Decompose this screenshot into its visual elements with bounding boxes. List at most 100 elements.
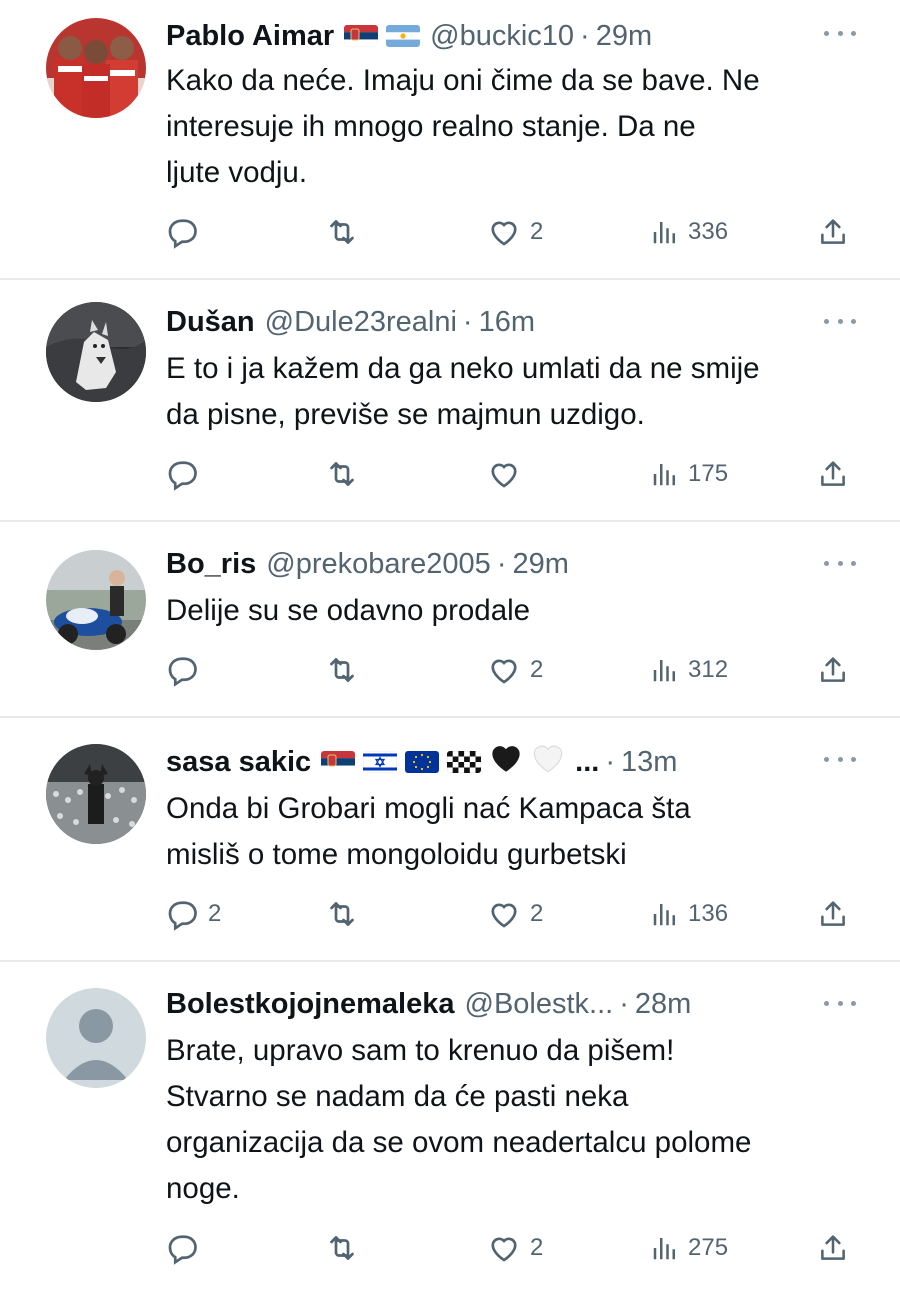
share-button[interactable] bbox=[816, 454, 850, 494]
like-count: 2 bbox=[530, 218, 544, 245]
avatar[interactable] bbox=[46, 550, 146, 650]
tweet[interactable]: Bo_ris @prekobare2005 · 29m Delije su se… bbox=[0, 522, 900, 718]
tweet-header: Dušan @Dule23realni · 16m bbox=[166, 300, 840, 344]
user-handle[interactable]: @prekobare2005 bbox=[266, 548, 491, 581]
retweet-button[interactable] bbox=[324, 894, 360, 934]
timestamp[interactable]: 29m bbox=[512, 548, 568, 581]
avatar[interactable] bbox=[46, 988, 146, 1088]
display-name[interactable]: Dušan bbox=[166, 306, 255, 339]
reply-icon bbox=[164, 1230, 200, 1266]
serbia-flag-icon bbox=[321, 751, 356, 773]
tweet[interactable]: sasa sakic ... · 13m Onda bi Grobari mog… bbox=[0, 718, 900, 962]
tweet[interactable]: Bolestkojojnemaleka @Bolestk... · 28m Br… bbox=[0, 962, 900, 1296]
reply-button[interactable] bbox=[164, 650, 208, 690]
checkered-flag-icon bbox=[447, 751, 482, 773]
eu-flag-icon bbox=[405, 751, 440, 773]
retweet-button[interactable] bbox=[324, 1228, 360, 1268]
reply-button[interactable] bbox=[164, 1228, 208, 1268]
view-count: 336 bbox=[688, 218, 729, 245]
display-name[interactable]: Bo_ris bbox=[166, 548, 256, 581]
view-count: 312 bbox=[688, 656, 729, 683]
separator-dot: · bbox=[619, 987, 629, 1020]
separator-dot: · bbox=[496, 547, 507, 580]
black-heart-icon bbox=[489, 743, 523, 781]
retweet-icon bbox=[324, 896, 360, 932]
share-button[interactable] bbox=[816, 650, 850, 690]
views-button[interactable]: 336 bbox=[650, 212, 728, 252]
heart-icon bbox=[486, 214, 522, 250]
reply-button[interactable] bbox=[164, 454, 208, 494]
like-button[interactable]: 2 bbox=[486, 650, 543, 690]
views-button[interactable]: 175 bbox=[650, 454, 728, 494]
reply-button[interactable]: 2 bbox=[164, 894, 221, 934]
share-button[interactable] bbox=[816, 1228, 850, 1268]
tweet[interactable]: Pablo Aimar @buckic10 · 29m Kako da neće… bbox=[0, 0, 900, 280]
tweet-header: Pablo Aimar @buckic10 · 29m bbox=[166, 14, 840, 58]
tweet-text: Brate, upravo sam to krenuo da pišem! St… bbox=[166, 1034, 752, 1205]
share-button[interactable] bbox=[816, 894, 850, 934]
more-options-icon[interactable] bbox=[824, 558, 856, 568]
retweet-button[interactable] bbox=[324, 212, 360, 252]
avatar[interactable] bbox=[46, 302, 146, 402]
views-icon bbox=[650, 217, 680, 247]
views-button[interactable]: 275 bbox=[650, 1228, 728, 1268]
views-button[interactable]: 312 bbox=[650, 650, 728, 690]
tweet-text: Kako da neće. Imaju oni čime da se bave.… bbox=[166, 64, 760, 189]
action-bar: 2 275 bbox=[164, 1228, 860, 1268]
share-icon bbox=[816, 653, 850, 687]
tweet-text: E to i ja kažem da ga neko umlati da ne … bbox=[166, 352, 760, 431]
white-heart-icon bbox=[531, 743, 565, 781]
reply-button[interactable] bbox=[164, 212, 208, 252]
serbia-flag-icon bbox=[344, 25, 379, 47]
tweet-header: Bo_ris @prekobare2005 · 29m bbox=[166, 542, 840, 586]
action-bar: 2 336 bbox=[164, 212, 860, 252]
user-handle[interactable]: @Dule23realni bbox=[265, 306, 457, 339]
tweet-text: Onda bi Grobari mogli nać Kampaca šta mi… bbox=[166, 792, 691, 871]
retweet-button[interactable] bbox=[324, 650, 360, 690]
user-handle[interactable]: @Bolestk... bbox=[465, 988, 614, 1021]
user-handle[interactable]: @buckic10 bbox=[430, 20, 574, 53]
share-icon bbox=[816, 897, 850, 931]
share-icon bbox=[816, 215, 850, 249]
tweet[interactable]: Dušan @Dule23realni · 16m E to i ja kaže… bbox=[0, 280, 900, 522]
retweet-button[interactable] bbox=[324, 454, 360, 494]
share-button[interactable] bbox=[816, 212, 850, 252]
views-icon bbox=[650, 655, 680, 685]
action-bar: 175 bbox=[164, 454, 860, 494]
more-options-icon[interactable] bbox=[824, 28, 856, 38]
avatar[interactable] bbox=[46, 744, 146, 844]
reply-icon bbox=[164, 652, 200, 688]
more-options-icon[interactable] bbox=[824, 754, 856, 764]
like-button[interactable]: 2 bbox=[486, 1228, 543, 1268]
timestamp[interactable]: 28m bbox=[635, 988, 691, 1021]
separator-dot: · bbox=[462, 305, 473, 338]
like-count: 2 bbox=[530, 656, 544, 683]
reply-icon bbox=[164, 456, 200, 492]
retweet-icon bbox=[324, 456, 360, 492]
display-name[interactable]: Bolestkojojnemaleka bbox=[166, 988, 455, 1021]
avatar[interactable] bbox=[46, 18, 146, 118]
timestamp[interactable]: 29m bbox=[596, 20, 652, 53]
more-options-icon[interactable] bbox=[824, 316, 856, 326]
action-bar: 2 2 136 bbox=[164, 894, 860, 934]
timestamp[interactable]: 16m bbox=[479, 306, 535, 339]
view-count: 175 bbox=[688, 460, 729, 487]
name-emojis bbox=[321, 743, 565, 781]
display-name[interactable]: sasa sakic bbox=[166, 746, 311, 779]
views-button[interactable]: 136 bbox=[650, 894, 728, 934]
share-icon bbox=[816, 457, 850, 491]
timestamp[interactable]: 13m bbox=[621, 746, 677, 779]
like-button[interactable]: 2 bbox=[486, 894, 543, 934]
like-button[interactable] bbox=[486, 454, 530, 494]
like-button[interactable]: 2 bbox=[486, 212, 543, 252]
like-count: 2 bbox=[530, 1234, 544, 1261]
heart-icon bbox=[486, 896, 522, 932]
display-name[interactable]: Pablo Aimar bbox=[166, 20, 334, 53]
view-count: 275 bbox=[688, 1234, 729, 1261]
name-truncation: ... bbox=[575, 745, 600, 778]
retweet-icon bbox=[324, 652, 360, 688]
heart-icon bbox=[486, 652, 522, 688]
name-emojis bbox=[344, 25, 421, 47]
tweet-text: Delije su se odavno prodale bbox=[166, 594, 531, 627]
more-options-icon[interactable] bbox=[824, 998, 856, 1008]
